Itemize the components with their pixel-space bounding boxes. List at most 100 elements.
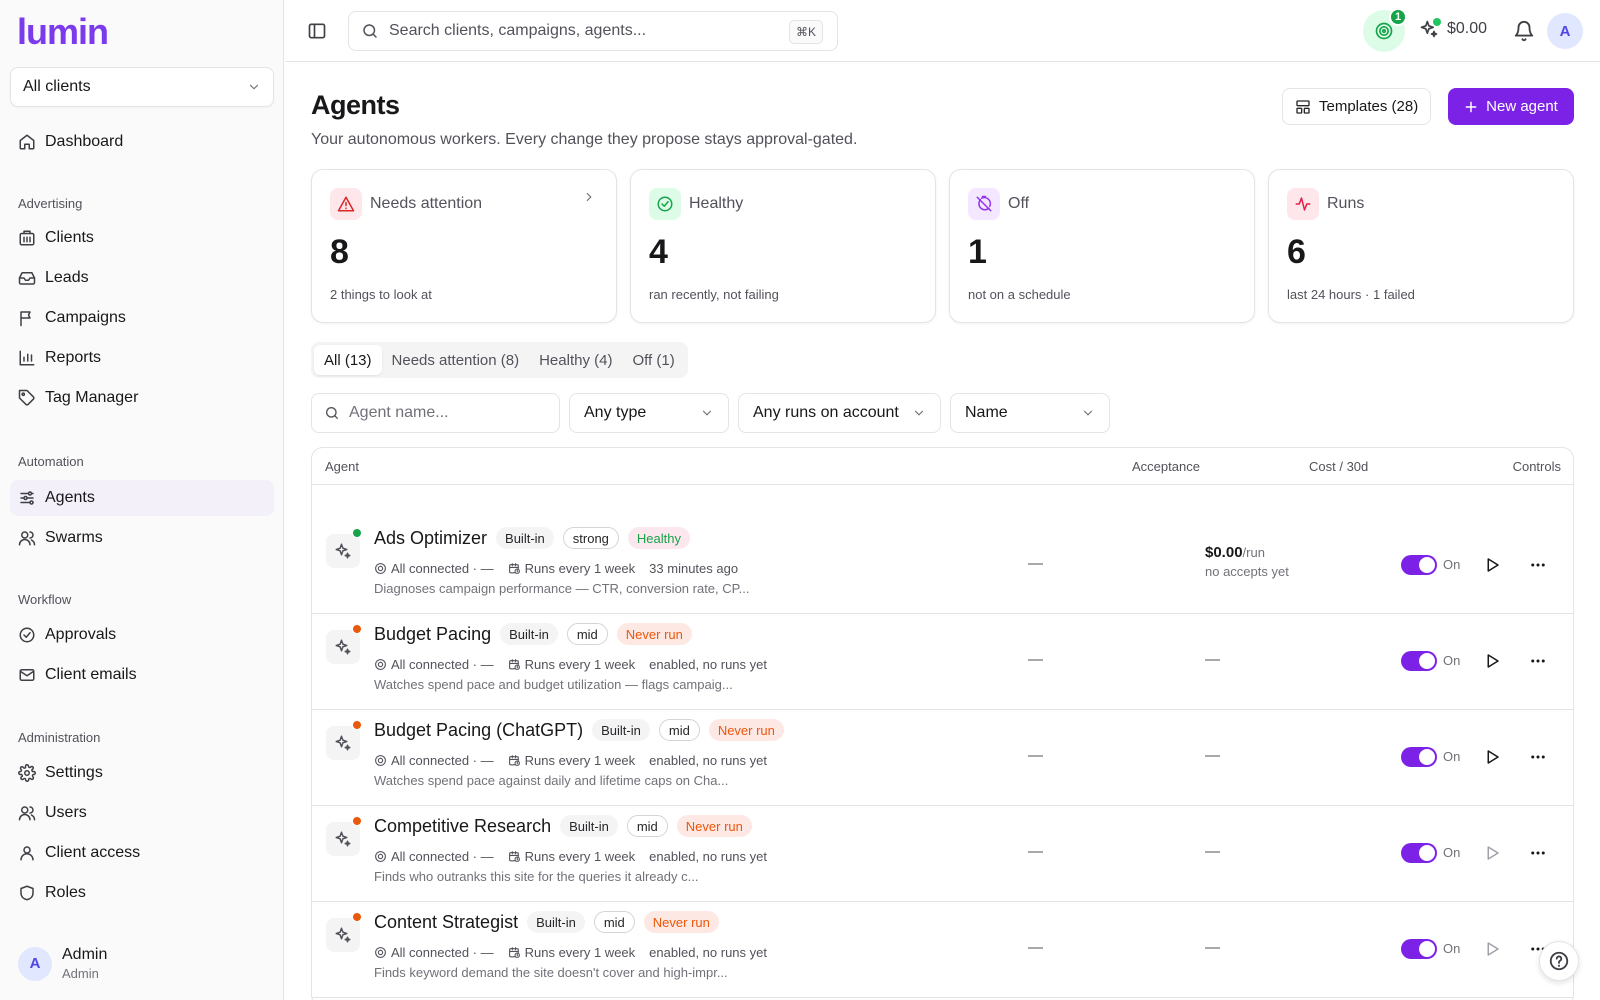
stat-description: last 24 hours · 1 failed: [1287, 287, 1415, 302]
status-dot: [352, 528, 362, 538]
stat-label: Runs: [1327, 195, 1365, 212]
table-row[interactable]: Competitive Research Built-in mid Never …: [312, 806, 1573, 902]
acceptance-cell: —: [1028, 843, 1043, 860]
sidebar-item-approvals[interactable]: Approvals: [10, 617, 274, 653]
sidebar-item-agents[interactable]: Agents: [10, 480, 274, 516]
stat-value: 6: [1287, 233, 1306, 271]
level-badge: mid: [566, 623, 608, 645]
user-menu[interactable]: A Admin Admin: [18, 946, 107, 981]
last-run-text: enabled, no runs yet: [649, 657, 767, 672]
stat-card-needs-attention[interactable]: Needs attention 8 2 things to look at: [311, 169, 617, 323]
templates-button-label: Templates (28): [1319, 98, 1419, 115]
schedule-text: Runs every 1 week: [524, 945, 636, 960]
sidebar-item-label: Dashboard: [45, 133, 124, 150]
chevron-down-icon: [912, 406, 926, 420]
acceptance-cell: —: [1028, 747, 1043, 764]
agent-name[interactable]: Budget Pacing (ChatGPT): [374, 720, 583, 741]
sort-select[interactable]: Name: [950, 393, 1110, 433]
sidebar-item-leads[interactable]: Leads: [10, 260, 274, 296]
logo-text: lumin: [17, 11, 109, 52]
more-horizontal-icon[interactable]: [1529, 556, 1547, 574]
sidebar-item-swarms[interactable]: Swarms: [10, 520, 274, 556]
users-icon: [18, 529, 36, 547]
agent-name[interactable]: Ads Optimizer: [374, 528, 487, 549]
table-row[interactable]: Budget Pacing (ChatGPT) Built-in mid Nev…: [312, 710, 1573, 806]
templates-button[interactable]: Templates (28): [1282, 88, 1432, 125]
avatar[interactable]: A: [1547, 13, 1583, 49]
agent-name-search-input[interactable]: Agent name...: [311, 393, 560, 433]
stat-value: 8: [330, 233, 349, 271]
sidebar-item-client-access[interactable]: Client access: [10, 835, 274, 871]
enable-toggle[interactable]: [1401, 651, 1437, 671]
sidebar-item-campaigns[interactable]: Campaigns: [10, 300, 274, 336]
notification-count-badge: 1: [1389, 8, 1407, 26]
more-horizontal-icon[interactable]: [1529, 844, 1547, 862]
more-horizontal-icon[interactable]: [1529, 652, 1547, 670]
sidebar-item-reports[interactable]: Reports: [10, 340, 274, 376]
tab-needs-attention[interactable]: Needs attention (8): [382, 345, 530, 375]
sidebar-item-label: Swarms: [45, 529, 103, 546]
sidebar-item-users[interactable]: Users: [10, 795, 274, 831]
stat-description: 2 things to look at: [330, 287, 432, 302]
agent-name[interactable]: Budget Pacing: [374, 624, 491, 645]
acceptance-cell: —: [1028, 555, 1043, 572]
help-button[interactable]: [1539, 941, 1579, 981]
filter-tabs: All (13) Needs attention (8) Healthy (4)…: [311, 342, 688, 378]
stat-description: not on a schedule: [968, 287, 1071, 302]
tab-all[interactable]: All (13): [314, 345, 382, 375]
stat-description: ran recently, not failing: [649, 287, 779, 302]
tab-healthy[interactable]: Healthy (4): [529, 345, 622, 375]
enable-toggle[interactable]: [1401, 555, 1437, 575]
calendar-clock-icon: [508, 562, 521, 575]
cost-cell: —: [1205, 651, 1220, 668]
new-agent-button[interactable]: New agent: [1448, 88, 1574, 125]
more-horizontal-icon[interactable]: [1529, 748, 1547, 766]
calendar-clock-icon: [508, 754, 521, 767]
table-row[interactable]: Content Strategist Built-in mid Never ru…: [312, 902, 1573, 998]
table-row[interactable]: Budget Pacing Built-in mid Never run All…: [312, 614, 1573, 710]
play-icon[interactable]: [1483, 940, 1501, 958]
column-header-controls: Controls: [1512, 459, 1561, 474]
brand-logo[interactable]: lumin: [17, 11, 109, 52]
sidebar-item-label: Approvals: [45, 626, 117, 643]
global-search-input[interactable]: Search clients, campaigns, agents... ⌘K: [348, 11, 838, 51]
runs-select[interactable]: Any runs on account: [738, 393, 941, 433]
section-administration: Administration: [18, 730, 101, 745]
play-icon[interactable]: [1483, 652, 1501, 670]
sidebar-toggle-icon[interactable]: [307, 21, 327, 41]
enable-toggle[interactable]: [1401, 843, 1437, 863]
section-workflow: Workflow: [18, 592, 72, 607]
play-icon[interactable]: [1483, 556, 1501, 574]
play-icon[interactable]: [1483, 844, 1501, 862]
sidebar-item-tag-manager[interactable]: Tag Manager: [10, 380, 274, 416]
credit-balance[interactable]: $0.00: [1419, 18, 1487, 39]
table-row[interactable]: Ads Optimizer Built-in strong Healthy Al…: [312, 518, 1573, 614]
sidebar-item-client-emails[interactable]: Client emails: [10, 657, 274, 693]
level-badge: mid: [593, 911, 635, 933]
search-icon: [361, 22, 379, 40]
sidebar-item-dashboard[interactable]: Dashboard: [10, 124, 274, 160]
cost-value: $0.00: [1205, 544, 1243, 561]
sidebar-item-clients[interactable]: Clients: [10, 220, 274, 256]
last-run-text: 33 minutes ago: [649, 561, 739, 576]
enable-toggle[interactable]: [1401, 939, 1437, 959]
play-icon[interactable]: [1483, 748, 1501, 766]
sidebar-item-settings[interactable]: Settings: [10, 755, 274, 791]
bell-icon[interactable]: [1513, 20, 1535, 42]
sidebar-item-roles[interactable]: Roles: [10, 875, 274, 911]
sidebar-item-label: Reports: [45, 349, 102, 366]
last-run-text: enabled, no runs yet: [649, 753, 767, 768]
chevron-right-icon: [582, 190, 596, 204]
sidebar-item-label: Roles: [45, 884, 86, 901]
sidebar-item-label: Settings: [45, 764, 103, 781]
target-icon: [374, 946, 387, 959]
alert-triangle-icon: [330, 188, 362, 220]
agent-name[interactable]: Competitive Research: [374, 816, 551, 837]
type-select[interactable]: Any type: [569, 393, 729, 433]
new-agent-button-label: New agent: [1486, 98, 1558, 115]
user-name: Admin: [62, 946, 108, 963]
tab-off[interactable]: Off (1): [622, 345, 684, 375]
agent-name[interactable]: Content Strategist: [374, 912, 518, 933]
client-select[interactable]: All clients: [10, 67, 274, 107]
enable-toggle[interactable]: [1401, 747, 1437, 767]
